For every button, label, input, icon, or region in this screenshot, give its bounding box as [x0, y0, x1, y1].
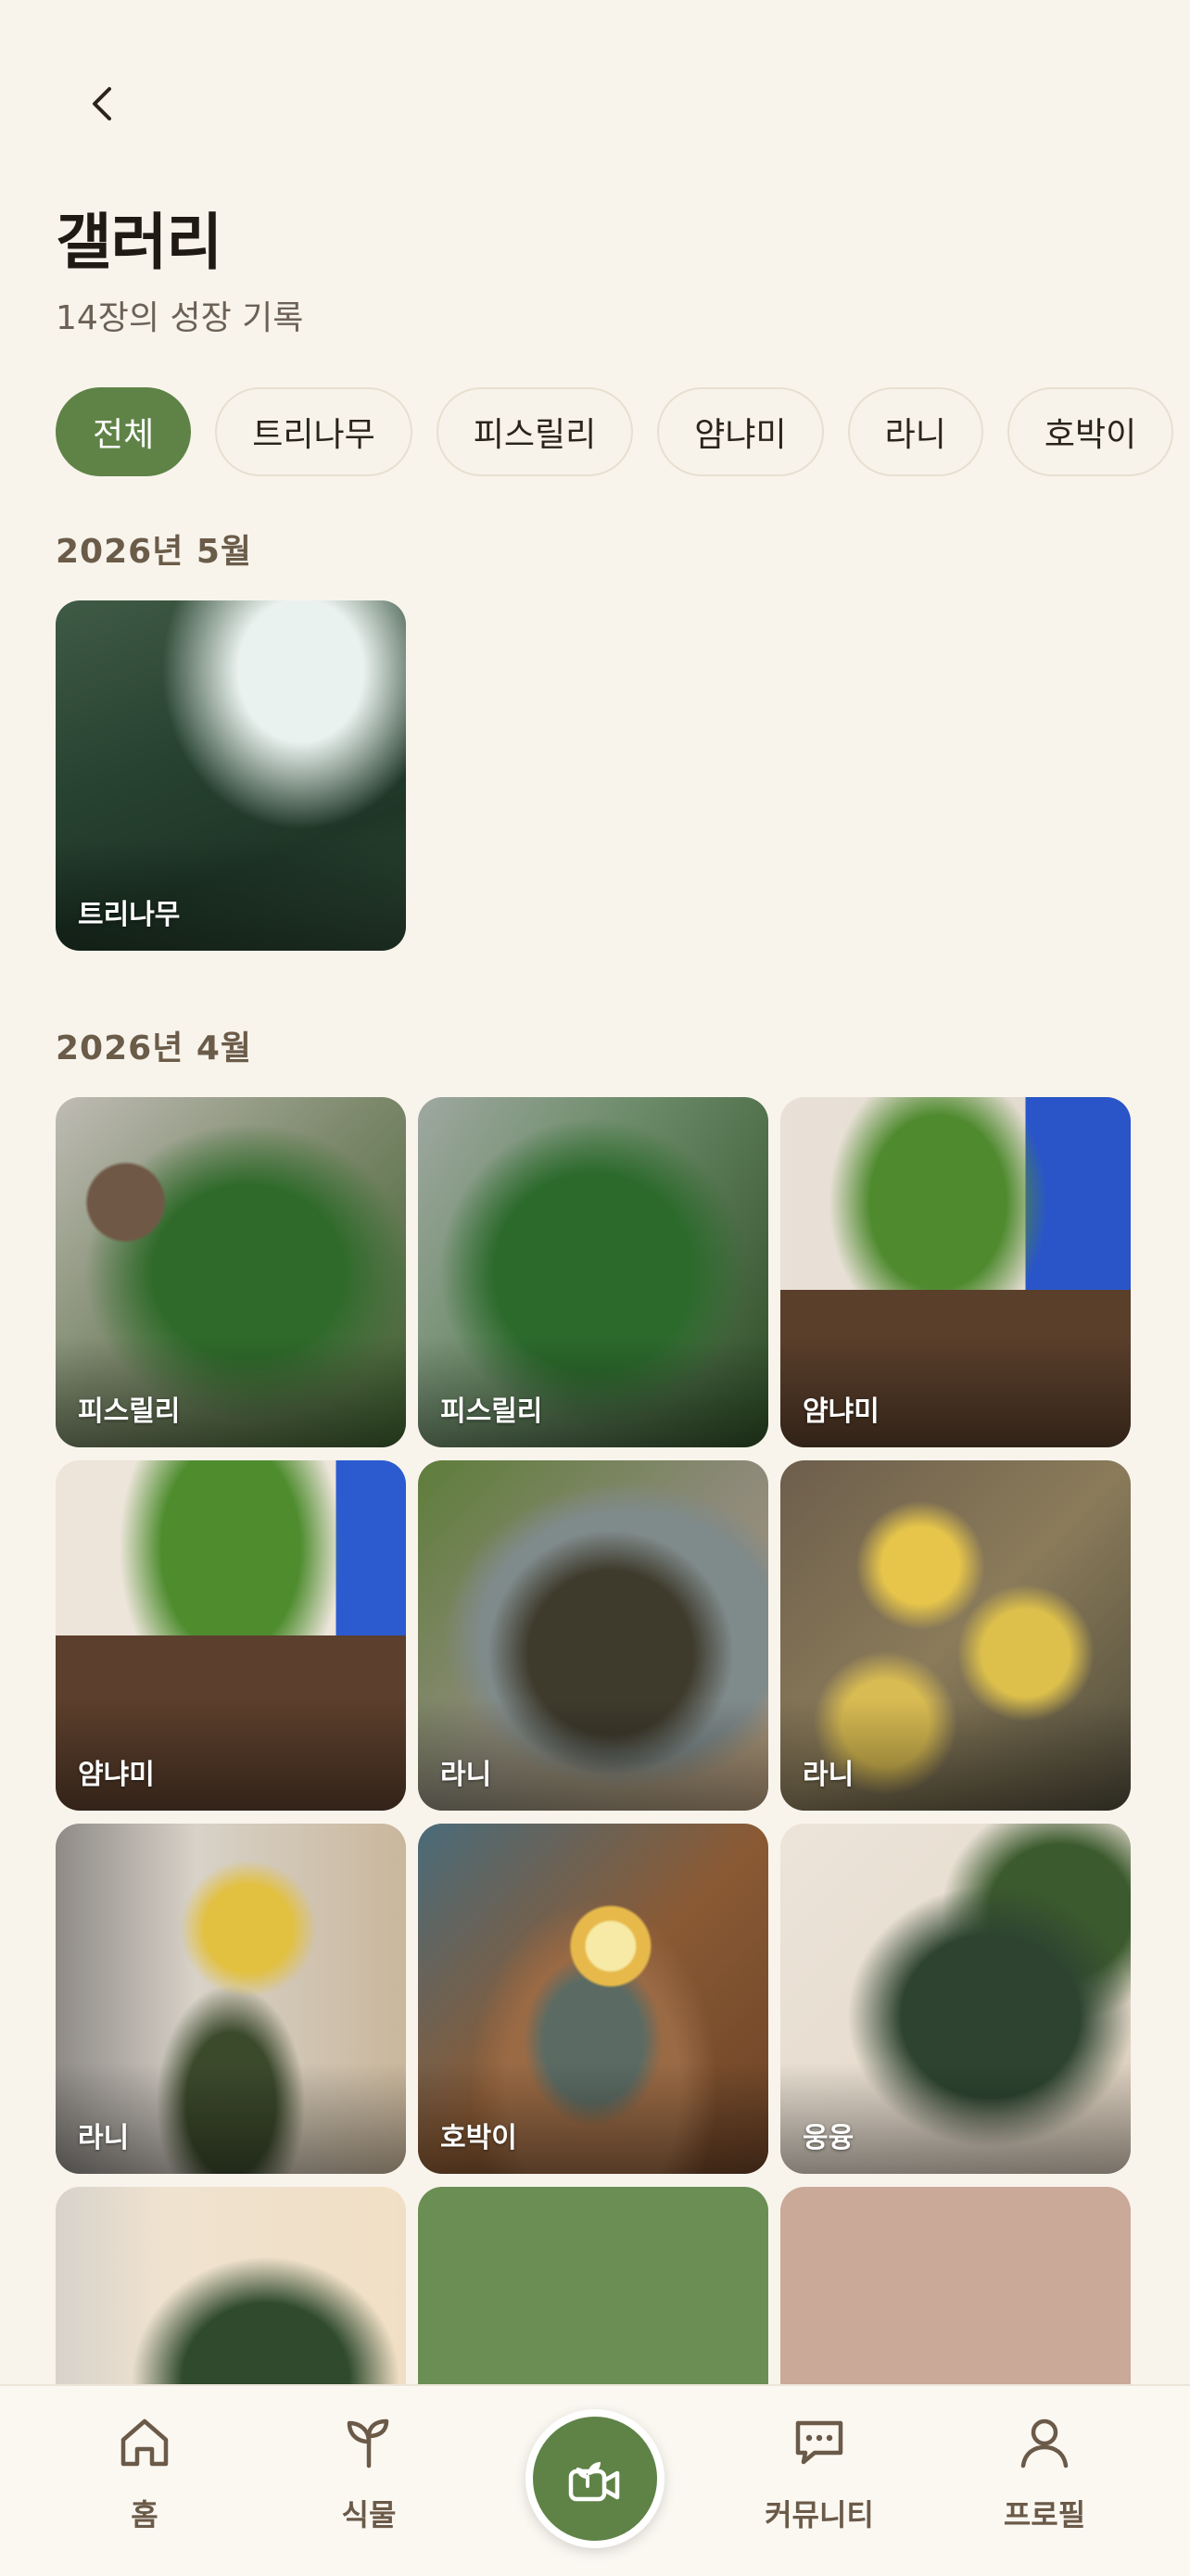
- photo-label: 웅융: [803, 2122, 855, 2154]
- photo-tile[interactable]: 피스릴리: [56, 1097, 406, 1447]
- photo-label: 호박이: [440, 2122, 517, 2154]
- nav-home[interactable]: 홈: [70, 2414, 219, 2534]
- photo-tile[interactable]: 라니: [780, 1460, 1131, 1811]
- camera-plant-icon: [568, 2462, 620, 2502]
- nav-plants[interactable]: 식물: [295, 2414, 443, 2534]
- section-heading-april: 2026년 4월: [56, 1029, 253, 1067]
- photo-label: 라니: [803, 1759, 855, 1791]
- photo-tile[interactable]: 라니: [418, 1460, 768, 1811]
- filter-chip-peacelily[interactable]: 피스릴리: [436, 387, 634, 476]
- section-heading-may: 2026년 5월: [56, 533, 253, 571]
- photo-tile[interactable]: 피스릴리: [418, 1097, 768, 1447]
- chevron-left-icon: [93, 87, 111, 120]
- nav-profile[interactable]: 프로필: [970, 2414, 1119, 2534]
- photo-count-subtitle: 14장의 성장 기록: [56, 299, 304, 337]
- home-icon: [120, 2418, 169, 2467]
- filter-chip-all[interactable]: 전체: [56, 387, 192, 476]
- photo-label: 피스릴리: [78, 1395, 181, 1428]
- photo-grid-may: 트리나무: [56, 600, 1131, 951]
- filter-chip-hobaki[interactable]: 호박이: [1006, 387, 1174, 476]
- nav-community-label: 커뮤니티: [765, 2497, 874, 2532]
- nav-home-label: 홈: [131, 2497, 158, 2532]
- page-title: 갤러리: [56, 207, 222, 278]
- photo-grid-april: 피스릴리 피스릴리 얌냐미 얌냐미 라니 라니 라니 호박이 웅융: [56, 1097, 1131, 2537]
- photo-tile[interactable]: 웅융: [780, 1824, 1131, 2174]
- photo-label: 얌냐미: [78, 1759, 155, 1791]
- photo-tile[interactable]: 얌냐미: [56, 1460, 406, 1811]
- filter-chip-yamnyami[interactable]: 얌냐미: [657, 387, 824, 476]
- nav-profile-label: 프로필: [1003, 2497, 1086, 2532]
- chat-bubble-icon: [795, 2420, 843, 2465]
- photo-tile[interactable]: 호박이: [418, 1824, 768, 2174]
- photo-tile[interactable]: 트리나무: [56, 600, 406, 951]
- back-button[interactable]: [82, 82, 126, 126]
- photo-tile[interactable]: 라니: [56, 1824, 406, 2174]
- photo-label: 라니: [440, 1759, 492, 1791]
- person-icon: [1020, 2418, 1069, 2469]
- sprout-icon: [347, 2418, 389, 2469]
- filter-chip-rani[interactable]: 라니: [847, 387, 983, 476]
- filter-chips: 전체 트리나무 피스릴리 얌냐미 라니 호박이: [56, 387, 1190, 478]
- nav-plants-label: 식물: [341, 2497, 397, 2532]
- photo-label: 얌냐미: [803, 1395, 880, 1428]
- photo-label: 피스릴리: [440, 1395, 543, 1428]
- photo-tile[interactable]: 얌냐미: [780, 1097, 1131, 1447]
- photo-label: 트리나무: [78, 899, 181, 931]
- camera-plant-button[interactable]: [525, 2409, 665, 2548]
- photo-label: 라니: [78, 2122, 130, 2154]
- nav-community[interactable]: 커뮤니티: [745, 2414, 893, 2534]
- filter-chip-treenamu[interactable]: 트리나무: [215, 387, 412, 476]
